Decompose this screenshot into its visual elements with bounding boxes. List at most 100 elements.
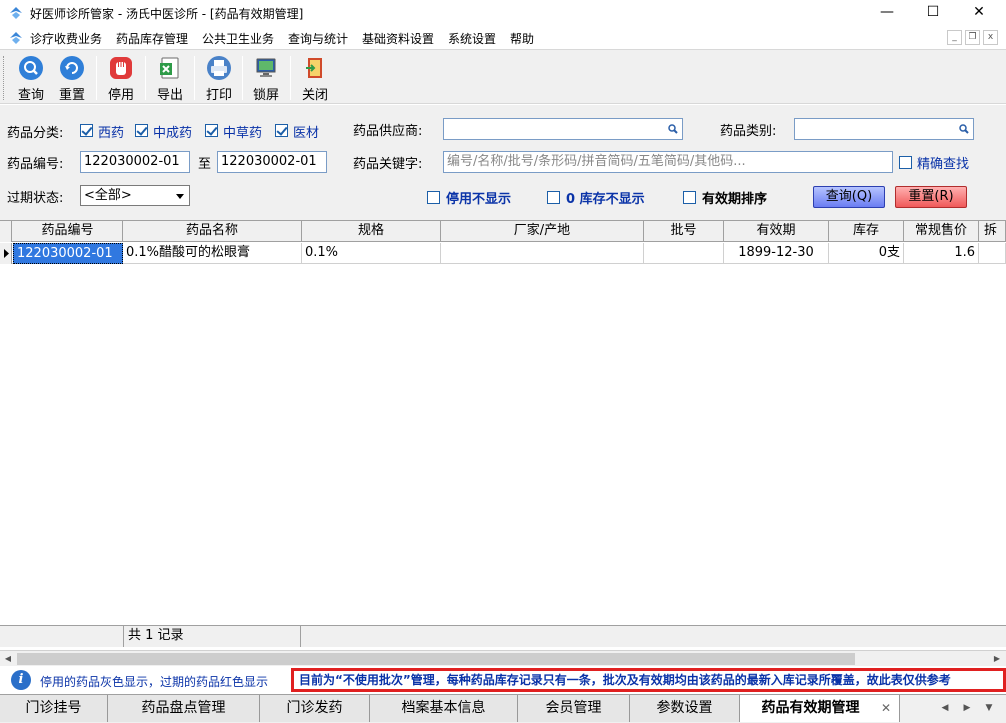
exit-door-icon bbox=[306, 58, 322, 78]
hide-disabled-checkbox[interactable] bbox=[427, 191, 440, 204]
drug-type-input[interactable] bbox=[794, 118, 974, 140]
hide-disabled-label[interactable]: 停用不显示 bbox=[446, 188, 511, 207]
current-row-indicator bbox=[0, 243, 12, 264]
cell-code[interactable]: 122030002-01 bbox=[13, 243, 123, 264]
reset-button[interactable]: 重置(R) bbox=[895, 186, 967, 208]
print-toolbar-label: 打印 bbox=[205, 88, 232, 103]
menu-drug-inventory[interactable]: 药品库存管理 bbox=[116, 30, 188, 47]
scroll-thumb[interactable] bbox=[17, 653, 855, 665]
print-toolbar-button[interactable]: 打印 bbox=[199, 52, 239, 103]
mdi-restore-button[interactable]: ❐ bbox=[965, 30, 980, 45]
category-label: 药品分类: bbox=[7, 126, 64, 141]
cell-split[interactable] bbox=[979, 243, 1006, 264]
supplier-label: 药品供应商: bbox=[353, 124, 423, 139]
close-toolbar-button[interactable]: 关闭 bbox=[295, 52, 335, 103]
close-tab-icon[interactable]: ✕ bbox=[881, 695, 891, 721]
column-header-price[interactable]: 常规售价 bbox=[904, 221, 979, 242]
printer-icon bbox=[207, 56, 231, 80]
menu-system-settings[interactable]: 系统设置 bbox=[448, 30, 496, 47]
tab-scroll-right-icon[interactable]: ▶ bbox=[958, 699, 976, 717]
menu-help[interactable]: 帮助 bbox=[510, 30, 534, 47]
reset-toolbar-button[interactable]: 重置 bbox=[52, 52, 92, 103]
mdi-close-button[interactable]: x bbox=[983, 30, 998, 45]
column-header-spec[interactable]: 规格 bbox=[302, 221, 441, 242]
scroll-right-button[interactable]: ▶ bbox=[990, 652, 1004, 666]
toolbar-grip[interactable] bbox=[3, 56, 6, 100]
app-menu-icon[interactable] bbox=[8, 30, 24, 46]
menu-query-stats[interactable]: 查询与统计 bbox=[288, 30, 348, 47]
column-header-expiry[interactable]: 有效期 bbox=[724, 221, 829, 242]
column-header-batch[interactable]: 批号 bbox=[644, 221, 724, 242]
cell-price[interactable]: 1.6 bbox=[904, 243, 979, 264]
expiry-status-value: <全部> bbox=[84, 188, 132, 203]
category-patent-checkbox[interactable] bbox=[135, 124, 148, 137]
column-header-name[interactable]: 药品名称 bbox=[123, 221, 302, 242]
cell-expiry[interactable]: 1899-12-30 bbox=[724, 243, 829, 264]
disable-toolbar-button[interactable]: 停用 bbox=[101, 52, 141, 103]
horizontal-scrollbar[interactable]: ◀ ▶ bbox=[0, 650, 1006, 666]
export-toolbar-label: 导出 bbox=[156, 88, 183, 103]
category-supplies-checkbox[interactable] bbox=[275, 124, 288, 137]
column-header-stock[interactable]: 库存 bbox=[829, 221, 904, 242]
table-row[interactable]: 122030002-01 0.1%醋酸可的松眼膏 0.1% 1899-12-30… bbox=[0, 243, 1006, 264]
expiry-status-select[interactable]: <全部> bbox=[80, 185, 190, 206]
cell-manufacturer[interactable] bbox=[441, 243, 644, 264]
sort-by-expiry-checkbox[interactable] bbox=[683, 191, 696, 204]
category-patent-label[interactable]: 中成药 bbox=[153, 122, 192, 141]
tab-outpatient-registration[interactable]: 门诊挂号 bbox=[0, 695, 108, 722]
keyword-input[interactable]: 编号/名称/批号/条形码/拼音简码/五笔简码/其他码... bbox=[443, 151, 893, 173]
sort-by-expiry-label[interactable]: 有效期排序 bbox=[702, 188, 767, 207]
supplier-input[interactable] bbox=[443, 118, 683, 140]
refresh-icon bbox=[60, 56, 84, 80]
column-header-code[interactable]: 药品编号 bbox=[13, 221, 123, 242]
tab-parameter-settings[interactable]: 参数设置 bbox=[630, 695, 740, 722]
category-western-label[interactable]: 西药 bbox=[98, 122, 124, 141]
column-header-split[interactable]: 拆 bbox=[979, 221, 1006, 242]
tab-archive-info[interactable]: 档案基本信息 bbox=[370, 695, 518, 722]
code-from-input[interactable]: 122030002-01 bbox=[80, 151, 190, 173]
category-herbal-label[interactable]: 中草药 bbox=[223, 122, 262, 141]
export-toolbar-button[interactable]: 导出 bbox=[150, 52, 190, 103]
hide-zero-stock-label[interactable]: 0 库存不显示 bbox=[566, 188, 645, 207]
lock-screen-toolbar-button[interactable]: 锁屏 bbox=[246, 52, 286, 103]
excel-export-icon bbox=[160, 57, 179, 79]
query-toolbar-button[interactable]: 查询 bbox=[11, 52, 51, 103]
maximize-button[interactable]: ☐ bbox=[910, 0, 956, 27]
lock-screen-toolbar-label: 锁屏 bbox=[252, 88, 279, 103]
close-window-button[interactable]: ✕ bbox=[956, 0, 1002, 27]
category-supplies-label[interactable]: 医材 bbox=[293, 122, 319, 141]
drug-type-label: 药品类别: bbox=[720, 124, 777, 139]
scroll-left-button[interactable]: ◀ bbox=[1, 652, 15, 666]
column-header-manufacturer[interactable]: 厂家/产地 bbox=[441, 221, 644, 242]
menu-basic-data[interactable]: 基础资料设置 bbox=[362, 30, 434, 47]
query-button[interactable]: 查询(Q) bbox=[813, 186, 885, 208]
tab-scroll-left-icon[interactable]: ◀ bbox=[936, 699, 954, 717]
app-window: 好医师诊所管家 - 汤氏中医诊所 - [药品有效期管理] — ☐ ✕ 诊疗收费业… bbox=[0, 0, 1006, 723]
cell-stock[interactable]: 0支 bbox=[829, 243, 904, 264]
cell-batch[interactable] bbox=[644, 243, 724, 264]
tab-drug-expiry-management[interactable]: 药品有效期管理 ✕ bbox=[740, 695, 900, 722]
exact-match-label[interactable]: 精确查找 bbox=[917, 153, 969, 172]
tab-inventory-check[interactable]: 药品盘点管理 bbox=[108, 695, 260, 722]
stop-hand-icon bbox=[110, 57, 132, 79]
tab-list-dropdown-icon[interactable]: ▼ bbox=[980, 699, 998, 717]
search-lookup-icon[interactable] bbox=[958, 123, 970, 135]
tab-dispensing[interactable]: 门诊发药 bbox=[260, 695, 370, 722]
menu-clinic-billing[interactable]: 诊疗收费业务 bbox=[30, 30, 102, 47]
category-herbal-checkbox[interactable] bbox=[205, 124, 218, 137]
search-lookup-icon[interactable] bbox=[667, 123, 679, 135]
drug-expiry-table[interactable]: 药品编号 药品名称 规格 厂家/产地 批号 有效期 库存 常规售价 拆 1220… bbox=[0, 220, 1006, 650]
category-western-checkbox[interactable] bbox=[80, 124, 93, 137]
document-tab-bar: 门诊挂号 药品盘点管理 门诊发药 档案基本信息 会员管理 参数设置 药品有效期管… bbox=[0, 694, 1006, 723]
exact-match-checkbox[interactable] bbox=[899, 156, 912, 169]
cell-name[interactable]: 0.1%醋酸可的松眼膏 bbox=[123, 243, 302, 264]
minimize-button[interactable]: — bbox=[864, 0, 910, 27]
batch-notice: 目前为“不使用批次”管理，每种药品库存记录只有一条，批次及有效期均由该药品的最新… bbox=[291, 668, 1006, 692]
cell-spec[interactable]: 0.1% bbox=[302, 243, 441, 264]
tab-member-management[interactable]: 会员管理 bbox=[518, 695, 630, 722]
mdi-minimize-button[interactable]: _ bbox=[947, 30, 962, 45]
expiry-status-label: 过期状态: bbox=[7, 191, 64, 206]
code-to-input[interactable]: 122030002-01 bbox=[217, 151, 327, 173]
hide-zero-stock-checkbox[interactable] bbox=[547, 191, 560, 204]
menu-public-health[interactable]: 公共卫生业务 bbox=[202, 30, 274, 47]
